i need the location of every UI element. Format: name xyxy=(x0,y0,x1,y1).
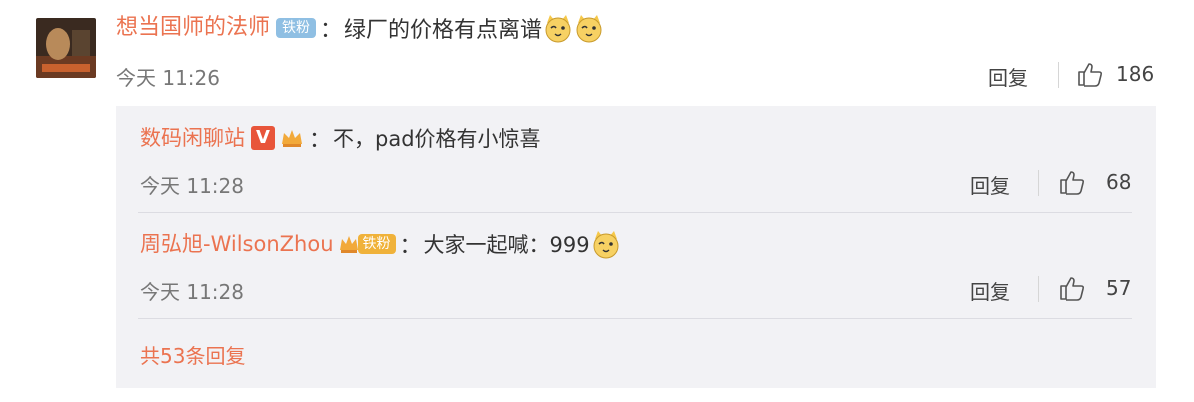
crown-badge-icon xyxy=(339,236,358,253)
colon: ： xyxy=(399,234,422,259)
reply-author[interactable]: 数码闲聊站 xyxy=(140,123,245,153)
reply-time: 今天 11:28 xyxy=(140,280,244,304)
divider xyxy=(1038,170,1039,196)
comment-author[interactable]: 想当国师的法师 xyxy=(116,13,270,43)
reply-list: 数码闲聊站 V ： 不，pad价格有小惊喜 今天 11:28 回复 68 周弘旭… xyxy=(116,106,1156,388)
like-count: 186 xyxy=(1116,62,1155,86)
reply-button[interactable]: 回复 xyxy=(970,276,1010,305)
reply-button[interactable]: 回复 xyxy=(988,62,1028,91)
thumbs-up-icon[interactable] xyxy=(1076,60,1104,88)
fan-badge-label: 铁粉 xyxy=(357,234,396,254)
like-count: 57 xyxy=(1106,276,1132,300)
thumbs-up-icon[interactable] xyxy=(1058,274,1086,302)
colon: ： xyxy=(309,128,332,153)
vip-v-icon: V xyxy=(251,126,275,150)
reply-time: 今天 11:28 xyxy=(140,174,244,198)
fan-badge: 铁粉 xyxy=(276,18,317,38)
divider xyxy=(1058,62,1059,88)
crown-badge-icon xyxy=(282,130,302,147)
reply-button[interactable]: 回复 xyxy=(970,170,1010,199)
comment-time: 今天 11:26 xyxy=(116,66,220,90)
divider xyxy=(138,212,1132,213)
more-replies-link[interactable]: 共53条回复 xyxy=(140,340,245,369)
cat-emoji-icon xyxy=(576,15,602,43)
cat-emoji-icon xyxy=(545,15,571,43)
comment-text: 绿厂的价格有点离谱 xyxy=(344,18,543,43)
fan-badge: 铁粉 xyxy=(338,232,396,256)
reply-text: 大家一起喊：999 xyxy=(423,233,590,257)
cat-emoji-icon xyxy=(593,231,619,259)
divider xyxy=(1038,276,1039,302)
divider xyxy=(138,318,1132,319)
colon: ： xyxy=(320,18,343,43)
like-count: 68 xyxy=(1106,170,1132,194)
avatar[interactable] xyxy=(36,18,96,78)
reply-text: 不，pad价格有小惊喜 xyxy=(333,127,541,151)
reply-author[interactable]: 周弘旭-WilsonZhou xyxy=(140,229,334,259)
thumbs-up-icon[interactable] xyxy=(1058,168,1086,196)
